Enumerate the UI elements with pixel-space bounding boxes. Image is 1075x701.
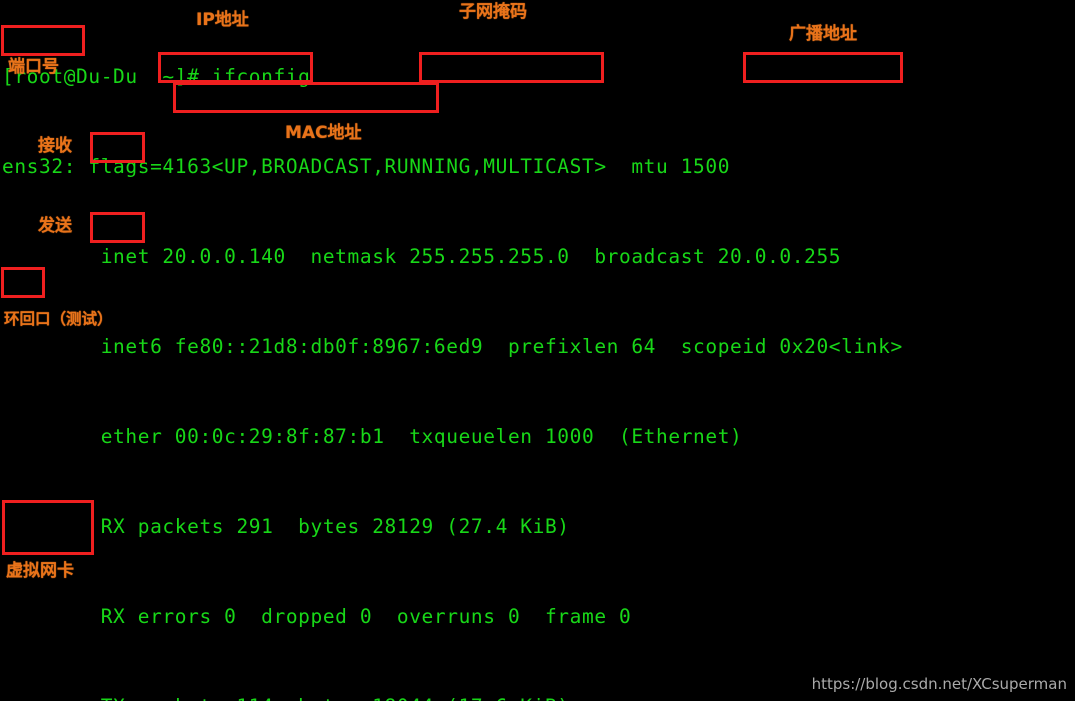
annotation-subnet-mask: 子网掩码 <box>459 2 527 22</box>
annotation-mac-address: MAC地址 <box>285 123 362 143</box>
terminal-line: TX packets 114 bytes 18044 (17.6 KiB) <box>2 692 1075 701</box>
watermark-text: https://blog.csdn.net/XCsuperman <box>811 675 1067 693</box>
terminal-line: inet 20.0.0.140 netmask 255.255.255.0 br… <box>2 245 842 268</box>
terminal-line: ens32: flags=4163<UP,BROADCAST,RUNNING,M… <box>2 155 731 178</box>
annotation-broadcast-address: 广播地址 <box>789 24 857 44</box>
terminal-output[interactable]: [root@Du-Du ~]# ifconfig ens32: flags=41… <box>0 0 1075 701</box>
terminal-line: RX packets 291 bytes 28129 (27.4 KiB) <box>2 515 570 538</box>
terminal-line: inet6 fe80::21d8:db0f:8967:6ed9 prefixle… <box>2 335 903 358</box>
annotation-send: 发送 <box>38 216 72 236</box>
terminal-line: RX errors 0 dropped 0 overruns 0 frame 0 <box>2 605 632 628</box>
annotation-receive: 接收 <box>38 136 72 156</box>
annotation-loopback: 环回口（测试） <box>4 310 113 328</box>
annotation-ip-address: IP地址 <box>196 10 249 30</box>
annotation-virtual-nic: 虚拟网卡 <box>6 561 74 581</box>
terminal-line: ether 00:0c:29:8f:87:b1 txqueuelen 1000 … <box>2 425 743 448</box>
terminal-screenshot: [root@Du-Du ~]# ifconfig ens32: flags=41… <box>0 0 1075 701</box>
terminal-line: [root@Du-Du ~]# ifconfig <box>2 65 311 88</box>
annotation-port-number: 端口号 <box>8 57 59 77</box>
